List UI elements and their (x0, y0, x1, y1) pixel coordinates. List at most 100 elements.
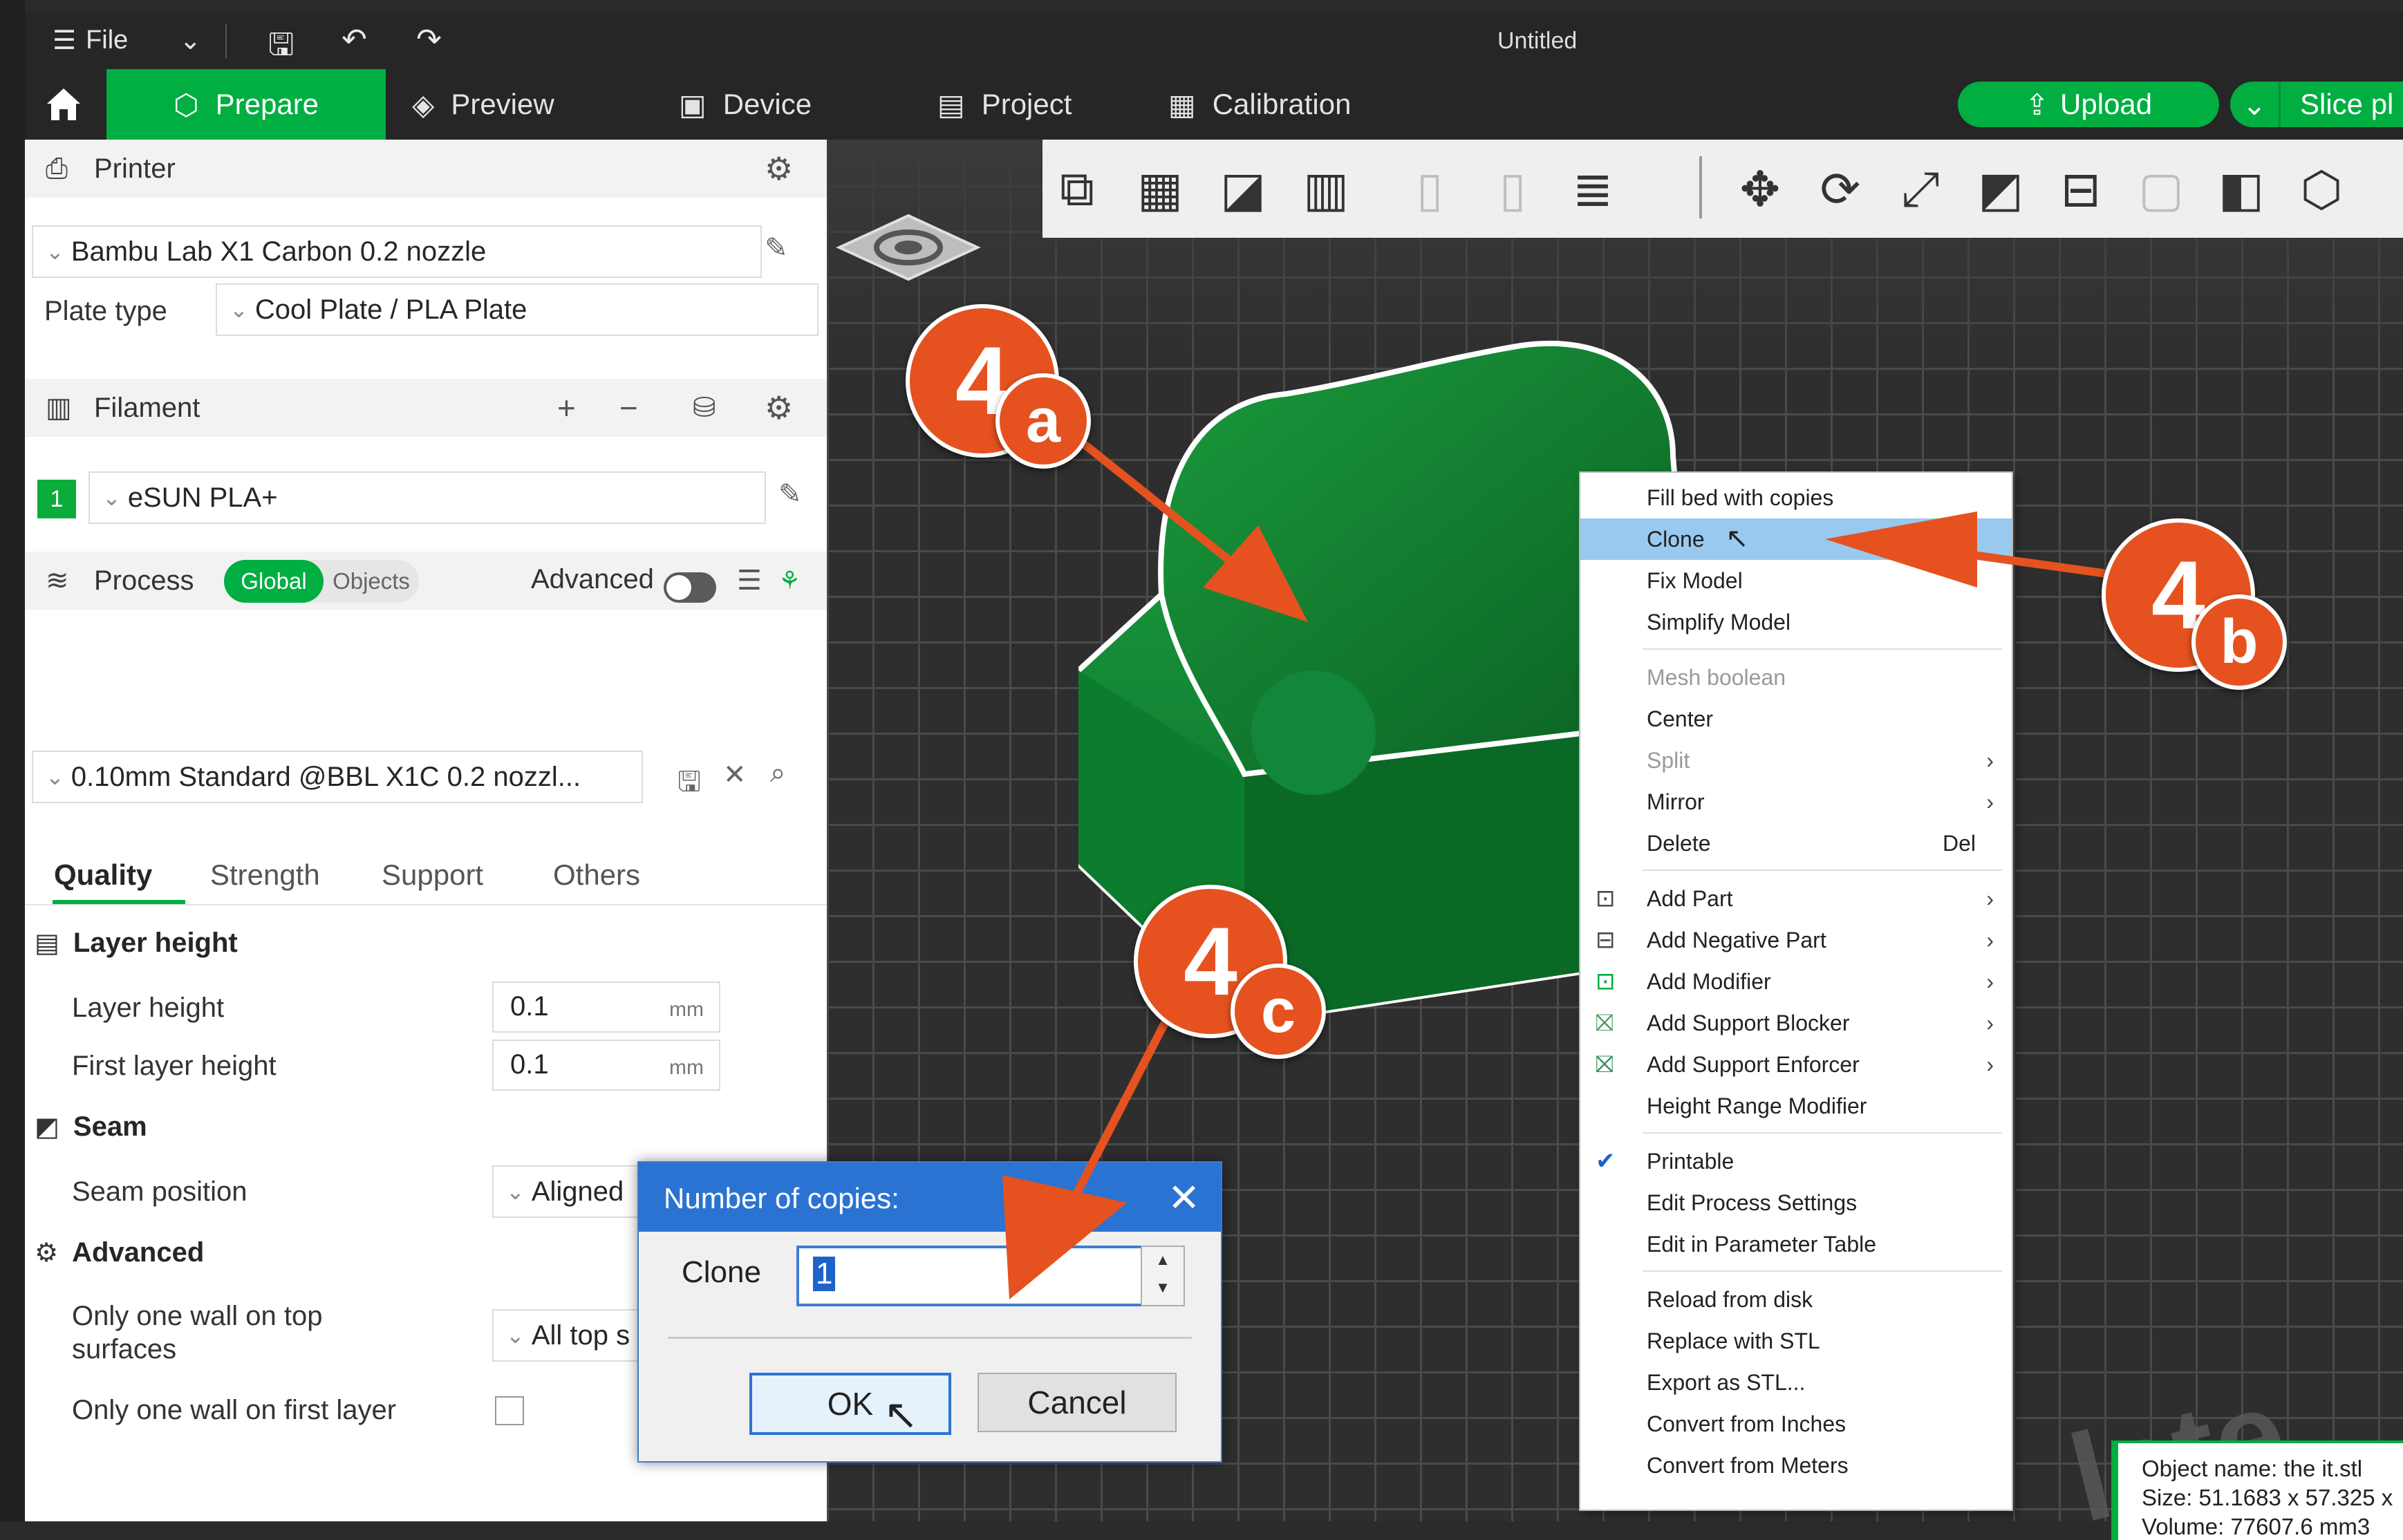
copy-icon[interactable]: ▯ (1395, 155, 1464, 224)
home-button[interactable] (25, 69, 102, 140)
ok-button[interactable]: OK ↖ (749, 1373, 951, 1438)
mouse-cursor-icon: ↖ (1726, 523, 1749, 554)
cut-icon[interactable]: ⊟ (2046, 155, 2115, 224)
tab-device[interactable]: ▣ Device (679, 69, 812, 140)
menu-item-delete[interactable]: Delete Del (1580, 823, 2012, 864)
menu-item-fill-bed[interactable]: Fill bed with copies (1580, 477, 2012, 518)
chevron-down-icon[interactable]: ⌄ (2230, 82, 2281, 127)
save-preset-icon[interactable]: 🖫 (677, 762, 701, 809)
first-layer-height-input[interactable]: 0.1 mm (492, 1040, 720, 1091)
menu-item-edit-parameter-table[interactable]: Edit in Parameter Table (1580, 1223, 2012, 1265)
menu-item-edit-process-settings[interactable]: Edit Process Settings (1580, 1182, 2012, 1223)
bed-view-icon[interactable] (832, 206, 984, 289)
menu-item-add-support-enforcer[interactable]: ⛝ Add Support Enforcer › (1580, 1044, 2012, 1085)
spin-down-icon[interactable]: ▼ (1142, 1279, 1184, 1297)
advanced-toggle[interactable] (664, 572, 716, 603)
tab-strength[interactable]: Strength (210, 858, 320, 892)
list-icon[interactable]: ☰ (737, 565, 762, 597)
support-paint-icon[interactable]: ▢ (2126, 155, 2196, 224)
filament-select[interactable]: ⌄ eSUN PLA+ (88, 471, 766, 524)
layers-tool-icon[interactable]: ≣ (1558, 155, 1627, 224)
menu-item-add-modifier[interactable]: ⊡ Add Modifier › (1580, 961, 2012, 1002)
chevron-right-icon: › (1986, 1010, 1994, 1035)
dialog-divider (668, 1337, 1192, 1339)
printer-select[interactable]: ⌄ Bambu Lab X1 Carbon 0.2 nozzle (32, 225, 762, 278)
add-cube-icon[interactable]: ⧉ (1042, 155, 1112, 224)
global-option[interactable]: Global (224, 560, 324, 603)
copies-value: 1 (813, 1257, 836, 1291)
menu-item-center[interactable]: Center (1580, 698, 2012, 740)
menu-item-add-negative-part[interactable]: ⊟ Add Negative Part › (1580, 919, 2012, 961)
first-layer-value: 0.1 (510, 1049, 549, 1080)
gear-icon[interactable]: ⚙ (765, 389, 793, 426)
paste-icon[interactable]: ▯ (1478, 155, 1547, 224)
menu-item-reload-from-disk[interactable]: Reload from disk (1580, 1279, 2012, 1320)
edit-icon[interactable]: ✎ (778, 478, 802, 510)
tab-others[interactable]: Others (553, 858, 640, 892)
scale-icon[interactable]: ⤢ (1886, 155, 1955, 224)
menu-item-split[interactable]: Split › (1580, 740, 2012, 781)
edit-icon[interactable]: ✎ (765, 232, 788, 264)
menu-item-simplify-model[interactable]: Simplify Model (1580, 601, 2012, 643)
menu-item-clone[interactable]: Clone ↖ (1580, 518, 2012, 560)
tab-support[interactable]: Support (382, 858, 483, 892)
seam-paint-icon[interactable]: ◧ (2207, 155, 2276, 224)
objects-option[interactable]: Objects (324, 560, 419, 603)
one-wall-first-checkbox[interactable] (495, 1396, 524, 1425)
slice-plate-button[interactable]: ⌄ Slice pl (2230, 82, 2403, 127)
move-icon[interactable]: ✥ (1726, 155, 1795, 224)
filament-slot-badge[interactable]: 1 (37, 480, 76, 518)
compare-icon[interactable]: ⚘ (778, 566, 801, 595)
tab-preview[interactable]: ◈ Preview (412, 69, 554, 140)
auto-orient-icon[interactable]: ◪ (1208, 155, 1278, 224)
rotate-icon[interactable]: ⟳ (1806, 155, 1875, 224)
cancel-button[interactable]: Cancel (978, 1373, 1177, 1432)
menu-item-mirror[interactable]: Mirror › (1580, 781, 2012, 823)
dialog-title: Number of copies: (664, 1182, 899, 1214)
calibration-icon: ▦ (1168, 88, 1196, 121)
color-paint-icon[interactable]: ⬡ (2287, 155, 2356, 224)
tab-quality[interactable]: Quality (54, 858, 152, 892)
plate-type-select[interactable]: ⌄ Cool Plate / PLA Plate (216, 283, 819, 336)
menu-item-label: Add Negative Part (1647, 927, 1826, 952)
close-icon[interactable]: ✕ (1168, 1175, 1200, 1221)
menu-item-fix-model[interactable]: Fix Model (1580, 560, 2012, 601)
chevron-down-icon: ⌄ (506, 1179, 525, 1204)
lay-on-face-icon[interactable]: ◩ (1966, 155, 2035, 224)
remove-icon[interactable]: − (619, 389, 638, 426)
layer-height-input[interactable]: 0.1 mm (492, 982, 720, 1033)
menu-item-mesh-boolean[interactable]: Mesh boolean (1580, 657, 2012, 698)
menu-item-replace-with-stl[interactable]: Replace with STL (1580, 1320, 2012, 1362)
global-objects-toggle[interactable]: Global Objects (224, 560, 419, 603)
add-plate-icon[interactable]: ▦ (1125, 155, 1195, 224)
tab-prepare[interactable]: ⬡ Prepare (106, 69, 386, 140)
file-menu-button[interactable]: ☰ File ⌄ (53, 25, 201, 56)
tab-project[interactable]: ▤ Project (937, 69, 1072, 140)
copies-spin-input[interactable]: 1 ▲ ▼ (796, 1246, 1185, 1306)
close-icon[interactable]: ✕ (723, 759, 747, 791)
menu-item-add-part[interactable]: ⊡ Add Part › (1580, 878, 2012, 919)
menu-item-add-support-blocker[interactable]: ⛝ Add Support Blocker › (1580, 1002, 2012, 1044)
save-icon[interactable]: 🖫 (268, 22, 294, 74)
undo-icon[interactable]: ↶ (342, 22, 367, 57)
menu-item-label: Simplify Model (1647, 609, 1791, 635)
menu-item-convert-from-meters[interactable]: Convert from Meters (1580, 1445, 2012, 1486)
upload-button[interactable]: ⇪ Upload (1958, 82, 2219, 127)
chevron-right-icon: › (1986, 1051, 1994, 1077)
menu-item-printable[interactable]: ✔ Printable (1580, 1140, 2012, 1182)
redo-icon[interactable]: ↷ (416, 22, 442, 57)
one-wall-first-label: Only one wall on first layer (72, 1395, 397, 1425)
filament-section-header: ▥ Filament + − ⛁ ⚙ (25, 379, 827, 437)
menu-item-label: Split (1647, 747, 1690, 773)
process-preset-select[interactable]: ⌄ 0.10mm Standard @BBL X1C 0.2 nozzl... (32, 751, 643, 803)
arrange-icon[interactable]: ▥ (1291, 155, 1361, 224)
sync-icon[interactable]: ⛁ (693, 392, 716, 424)
search-icon[interactable]: ⌕ (770, 758, 785, 789)
gear-icon[interactable]: ⚙ (765, 150, 793, 187)
tab-calibration[interactable]: ▦ Calibration (1168, 69, 1351, 140)
menu-item-convert-from-inches[interactable]: Convert from Inches (1580, 1403, 2012, 1445)
menu-item-height-range-modifier[interactable]: Height Range Modifier (1580, 1085, 2012, 1127)
add-icon[interactable]: + (557, 389, 576, 426)
spin-up-icon[interactable]: ▲ (1142, 1251, 1184, 1269)
menu-item-export-as-stl[interactable]: Export as STL... (1580, 1362, 2012, 1403)
